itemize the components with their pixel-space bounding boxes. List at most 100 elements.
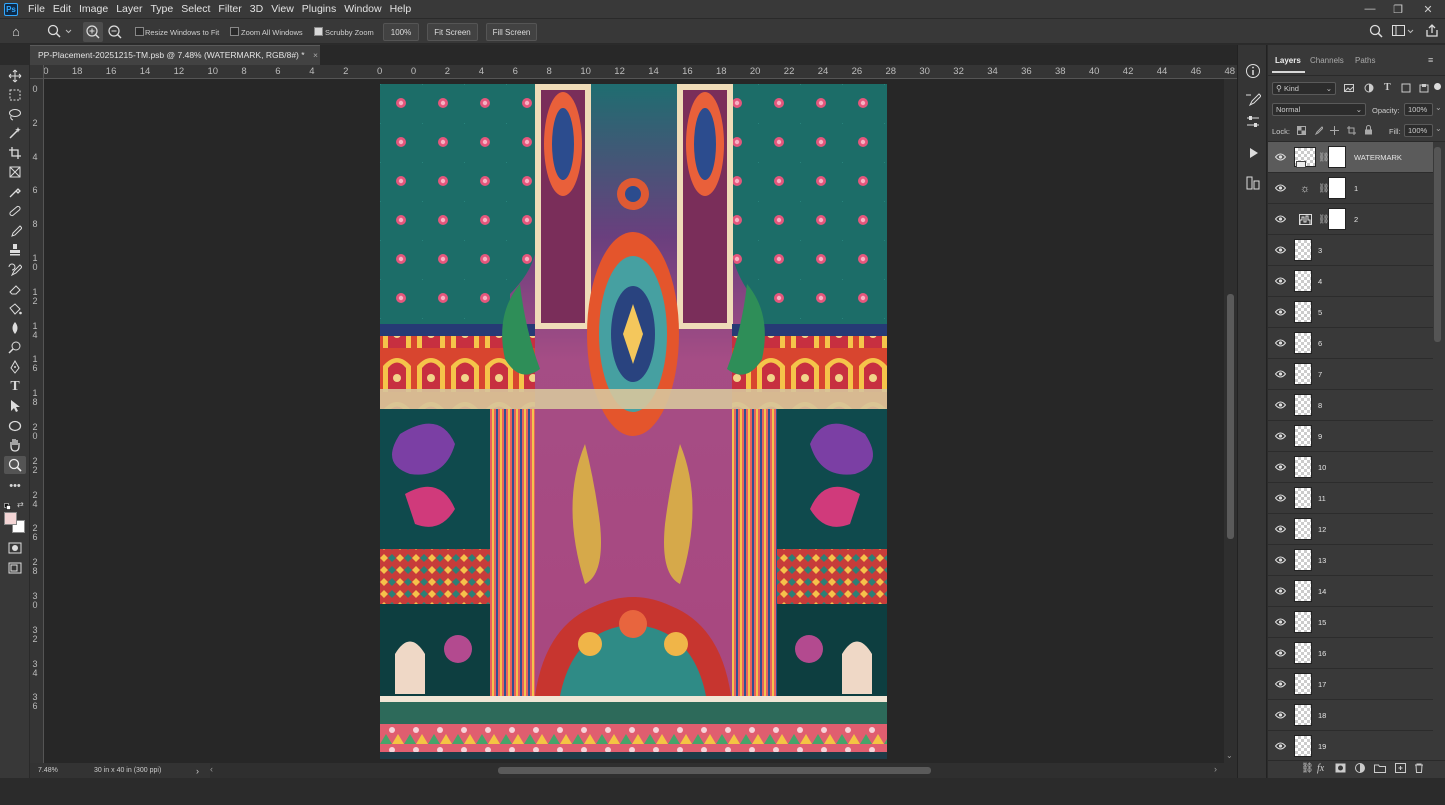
layer-row[interactable]: 12	[1268, 514, 1433, 545]
swap-colors-icon[interactable]: ⇄	[17, 500, 26, 509]
visibility-eye-icon[interactable]	[1274, 339, 1287, 347]
vertical-scroll-thumb[interactable]	[1227, 294, 1234, 539]
layer-row[interactable]: 4	[1268, 266, 1433, 297]
status-menu-arrow-icon[interactable]: ›	[196, 766, 199, 776]
filter-toggle-icon[interactable]	[1434, 83, 1441, 90]
layer-row[interactable]: ⛓ 2	[1268, 204, 1433, 235]
layer-name[interactable]: 5	[1318, 308, 1322, 317]
layer-name[interactable]: 14	[1318, 587, 1326, 596]
layer-mask-thumbnail[interactable]	[1328, 146, 1346, 168]
fill-chevron-icon[interactable]: ⌄	[1435, 124, 1442, 133]
layer-row[interactable]: 19	[1268, 731, 1433, 762]
layer-row[interactable]: 3	[1268, 235, 1433, 266]
link-layers-icon[interactable]: ⛓	[1301, 763, 1314, 774]
fill-input[interactable]: 100%	[1404, 124, 1433, 137]
visibility-eye-icon[interactable]	[1274, 370, 1287, 378]
visibility-eye-icon[interactable]	[1274, 153, 1287, 161]
tab-channels[interactable]: Channels	[1310, 56, 1344, 65]
layer-name[interactable]: 9	[1318, 432, 1322, 441]
layer-style-fx-icon[interactable]: fx	[1317, 763, 1324, 774]
layer-row[interactable]: 11	[1268, 483, 1433, 514]
menu-edit[interactable]: Edit	[49, 0, 75, 18]
visibility-eye-icon[interactable]	[1274, 618, 1287, 626]
layer-row[interactable]: 6	[1268, 328, 1433, 359]
layer-name[interactable]: 15	[1318, 618, 1326, 627]
layers-scroll-thumb[interactable]	[1434, 147, 1441, 342]
menu-plugins[interactable]: Plugins	[298, 0, 340, 18]
lock-position-icon[interactable]	[1330, 126, 1339, 135]
home-icon[interactable]: ⌂	[12, 24, 30, 40]
minimize-button[interactable]: —	[1355, 0, 1385, 18]
brush-settings-icon[interactable]	[1244, 91, 1262, 109]
actions-play-icon[interactable]	[1244, 144, 1262, 162]
layer-name[interactable]: 8	[1318, 401, 1322, 410]
layer-row[interactable]: 7	[1268, 359, 1433, 390]
clone-stamp-tool-icon[interactable]	[4, 241, 26, 259]
layer-row[interactable]: 16	[1268, 638, 1433, 669]
visibility-eye-icon[interactable]	[1274, 246, 1287, 254]
layer-name[interactable]: 10	[1318, 463, 1326, 472]
fit-screen-button[interactable]: Fit Screen	[427, 23, 478, 41]
visibility-eye-icon[interactable]	[1274, 711, 1287, 719]
zoom-percent-button[interactable]: 100%	[383, 23, 419, 41]
layer-mask-thumbnail[interactable]	[1328, 208, 1346, 230]
visibility-eye-icon[interactable]	[1274, 742, 1287, 750]
quick-mask-icon[interactable]	[4, 539, 26, 557]
menu-3d[interactable]: 3D	[246, 0, 267, 18]
paint-bucket-tool-icon[interactable]	[4, 300, 26, 318]
filter-smart-object-icon[interactable]	[1419, 83, 1429, 93]
scroll-left-arrow-icon[interactable]: ‹	[210, 764, 213, 774]
default-colors-icon[interactable]	[4, 501, 11, 510]
new-group-folder-icon[interactable]	[1374, 763, 1386, 776]
layer-name[interactable]: 4	[1318, 277, 1322, 286]
visibility-eye-icon[interactable]	[1274, 556, 1287, 564]
close-button[interactable]: ✕	[1413, 0, 1443, 18]
layer-row[interactable]: 13	[1268, 545, 1433, 576]
layer-name[interactable]: 2	[1354, 215, 1358, 224]
menu-image[interactable]: Image	[75, 0, 112, 18]
delete-layer-icon[interactable]	[1414, 763, 1424, 776]
new-adjustment-layer-icon[interactable]	[1355, 763, 1365, 776]
visibility-eye-icon[interactable]	[1274, 215, 1287, 223]
menu-type[interactable]: Type	[146, 0, 177, 18]
restore-button[interactable]: ❐	[1383, 0, 1413, 18]
opacity-chevron-icon[interactable]: ⌄	[1435, 103, 1442, 112]
layer-name[interactable]: 7	[1318, 370, 1322, 379]
eraser-tool-icon[interactable]	[4, 280, 26, 298]
layer-name[interactable]: 11	[1318, 494, 1326, 503]
layer-row[interactable]: ☼ ⛓ 1	[1268, 173, 1433, 204]
layer-name[interactable]: WATERMARK	[1354, 153, 1402, 162]
blur-tool-icon[interactable]	[4, 319, 26, 337]
vertical-scrollbar[interactable]: ⌄	[1224, 79, 1237, 763]
add-mask-icon[interactable]	[1335, 763, 1346, 776]
layer-row[interactable]: 14	[1268, 576, 1433, 607]
filter-kind-select[interactable]: ⚲ Kind ⌄	[1272, 82, 1336, 95]
eyedropper-tool-icon[interactable]	[4, 183, 26, 201]
layer-name[interactable]: 13	[1318, 556, 1326, 565]
healing-brush-tool-icon[interactable]	[4, 202, 26, 220]
pen-tool-icon[interactable]	[4, 358, 26, 376]
lock-transparent-icon[interactable]	[1297, 126, 1306, 135]
lock-all-icon[interactable]	[1364, 125, 1373, 135]
frame-tool-icon[interactable]	[4, 163, 26, 181]
layer-name[interactable]: 12	[1318, 525, 1326, 534]
visibility-eye-icon[interactable]	[1274, 525, 1287, 533]
zoom-in-button[interactable]	[83, 22, 103, 42]
filter-adjustment-icon[interactable]	[1364, 83, 1374, 93]
ruler-origin[interactable]	[30, 65, 44, 79]
opacity-input[interactable]: 100%	[1404, 103, 1433, 116]
layer-mask-thumbnail[interactable]	[1328, 177, 1346, 199]
adjustments-icon[interactable]	[1244, 113, 1262, 131]
lock-artboard-icon[interactable]	[1347, 126, 1356, 135]
horizontal-scroll-thumb[interactable]	[498, 767, 931, 774]
layer-row[interactable]: 5	[1268, 297, 1433, 328]
resize-windows-checkbox[interactable]	[135, 27, 144, 36]
visibility-eye-icon[interactable]	[1274, 401, 1287, 409]
layer-row[interactable]: 8	[1268, 390, 1433, 421]
visibility-eye-icon[interactable]	[1274, 649, 1287, 657]
scroll-down-arrow-icon[interactable]: ⌄	[1226, 751, 1233, 760]
libraries-icon[interactable]	[1244, 174, 1262, 192]
menu-select[interactable]: Select	[177, 0, 214, 18]
new-layer-icon[interactable]	[1395, 763, 1406, 776]
horizontal-scrollbar[interactable]: ‹ ›	[200, 763, 1237, 778]
